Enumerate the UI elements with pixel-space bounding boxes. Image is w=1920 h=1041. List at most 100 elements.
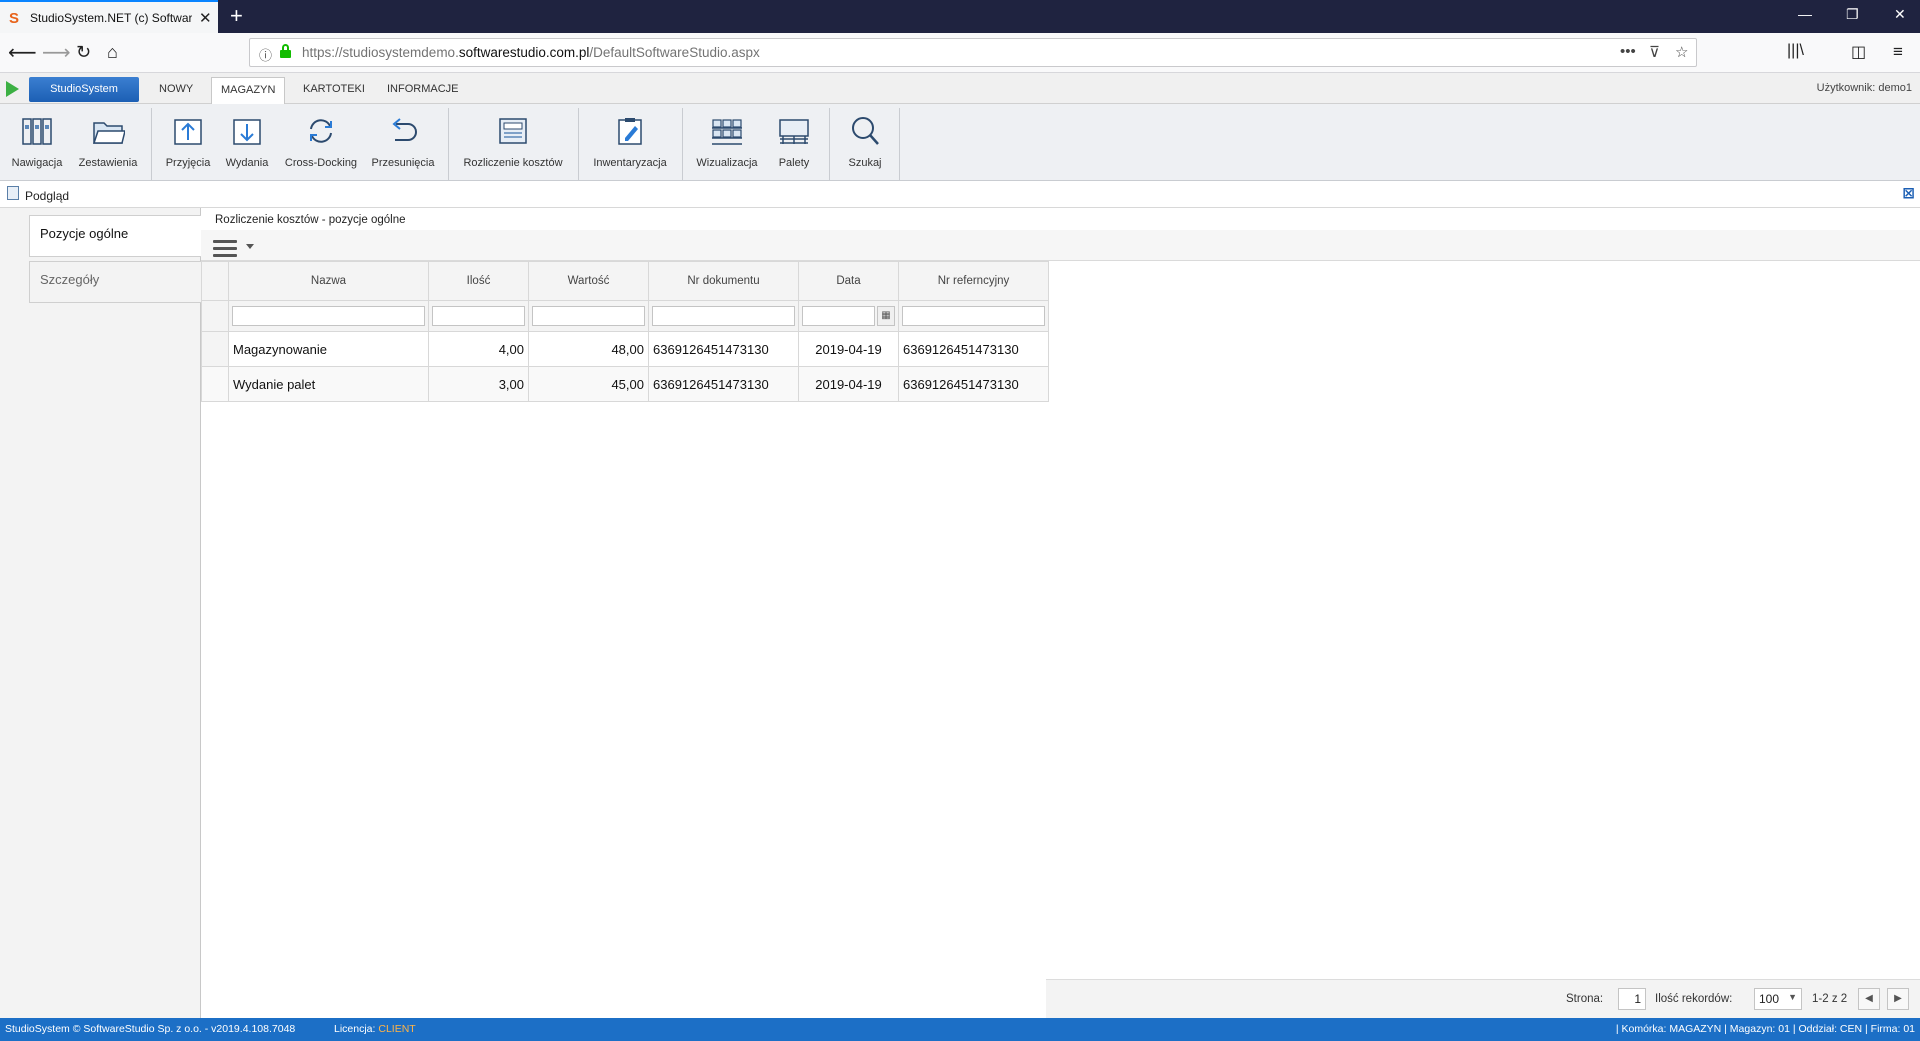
menu-tab-magazyn[interactable]: MAGAZYN: [211, 77, 286, 104]
ribbon-label: Palety: [778, 157, 810, 169]
ribbon-palety-button[interactable]: Palety: [766, 110, 822, 178]
records-range: 1-2 z 2: [1812, 993, 1848, 1005]
close-preview-icon[interactable]: ⊠: [1902, 184, 1915, 202]
search-icon: [852, 117, 879, 145]
clipboard-icon: [618, 118, 642, 145]
row-selector[interactable]: [201, 331, 229, 367]
data-grid: Nazwa Ilość Wartość Nr dokumentu Data Nr…: [201, 261, 1049, 402]
hamburger-menu-icon[interactable]: ≡: [1893, 42, 1903, 62]
calendar-icon[interactable]: ▦: [877, 306, 895, 326]
row-selector: [201, 300, 229, 332]
page-input[interactable]: 1: [1618, 988, 1646, 1010]
browser-tab-title: StudioSystem.NET (c) SoftwareStudio: [30, 11, 192, 25]
minimize-window-icon[interactable]: —: [1798, 6, 1812, 22]
ribbon-wydania-button[interactable]: Wydania: [218, 110, 276, 178]
close-tab-icon[interactable]: ✕: [199, 9, 212, 27]
row-selector[interactable]: [201, 366, 229, 402]
records-per-page-select[interactable]: 100 ▼: [1754, 988, 1802, 1010]
pocket-icon[interactable]: ⊽: [1649, 43, 1660, 61]
outbound-icon: [233, 119, 261, 145]
preview-label: Podgląd: [25, 189, 70, 203]
reload-icon[interactable]: ↻: [76, 42, 91, 63]
row-selector-header: [201, 261, 229, 301]
ribbon-nawigacja-button[interactable]: Nawigacja: [4, 110, 70, 178]
status-context: | Komórka: MAGAZYN | Magazyn: 01 | Oddzi…: [1615, 1023, 1915, 1035]
browser-navbar: ⟵ ⟶ ↻ ⌂ ⓘ https://studiosystemdemo.softw…: [0, 33, 1920, 73]
pager: Strona: 1 Ilość rekordów: 100 ▼ 1-2 z 2 ◀…: [1046, 979, 1920, 1018]
filter-ilosc-input[interactable]: [432, 306, 525, 326]
current-user: Użytkownik: demo1: [1816, 82, 1912, 94]
ribbon-rozliczenie-kosztow-button[interactable]: Rozliczenie kosztów: [456, 110, 570, 178]
restore-window-icon[interactable]: ❐: [1846, 6, 1859, 23]
column-header-data[interactable]: Data: [798, 261, 899, 301]
cell-ilosc: 4,00: [428, 331, 529, 367]
filter-data-input[interactable]: [802, 306, 875, 326]
records-per-page-value: 100: [1759, 992, 1780, 1006]
close-window-icon[interactable]: ✕: [1894, 6, 1906, 23]
ribbon-wizualizacja-button[interactable]: Wizualizacja: [690, 110, 764, 178]
bookmark-star-icon[interactable]: ☆: [1675, 43, 1688, 61]
ribbon-separator: [899, 108, 900, 180]
menu-tab-kartoteki[interactable]: KARTOTEKI: [294, 77, 374, 104]
back-icon[interactable]: ⟵: [8, 40, 37, 65]
ribbon-label: Przyjęcia: [165, 157, 211, 169]
status-license: Licencja: CLIENT: [334, 1023, 416, 1035]
license-value: CLIENT: [378, 1023, 416, 1035]
column-header-nazwa[interactable]: Nazwa: [228, 261, 429, 301]
library-icon[interactable]: |||\: [1787, 42, 1804, 60]
ribbon-cross-docking-button[interactable]: Cross-Docking: [280, 110, 362, 178]
filter-nr-dokumentu-input[interactable]: [652, 306, 795, 326]
column-header-ilosc[interactable]: Ilość: [428, 261, 529, 301]
menu-tab-informacje[interactable]: INFORMACJE: [378, 77, 468, 104]
page-actions-icon[interactable]: •••: [1620, 43, 1636, 60]
new-tab-icon[interactable]: +: [230, 3, 243, 29]
ribbon-szukaj-button[interactable]: Szukaj: [837, 110, 893, 178]
cell-wartosc: 48,00: [528, 331, 649, 367]
prev-page-icon[interactable]: ◀: [1858, 988, 1880, 1010]
table-row[interactable]: Wydanie palet 3,00 45,00 636912645147313…: [201, 366, 1049, 402]
home-icon[interactable]: ⌂: [107, 42, 118, 63]
forward-icon[interactable]: ⟶: [42, 40, 71, 65]
browser-tab[interactable]: S StudioSystem.NET (c) SoftwareStudio ✕: [0, 0, 218, 33]
studiosystem-button[interactable]: StudioSystem: [29, 77, 139, 102]
ribbon-separator: [829, 108, 830, 180]
ribbon-label: Cross-Docking: [284, 157, 358, 169]
play-icon[interactable]: [6, 81, 19, 97]
filter-nazwa-input[interactable]: [232, 306, 425, 326]
studiosystem-favicon-icon: S: [9, 10, 20, 27]
sidebar-icon[interactable]: ◫: [1851, 42, 1866, 62]
filter-wartosc-input[interactable]: [532, 306, 645, 326]
main-content: Rozliczenie kosztów - pozycje ogólne Naz…: [201, 208, 1920, 1018]
column-header-nr-dokumentu[interactable]: Nr dokumentu: [648, 261, 799, 301]
tab-pozycje-ogolne[interactable]: Pozycje ogólne: [29, 215, 201, 257]
column-header-wartosc[interactable]: Wartość: [528, 261, 649, 301]
cell-data: 2019-04-19: [798, 366, 899, 402]
inbound-icon: [174, 119, 202, 145]
menu-tab-nowy[interactable]: NOWY: [150, 77, 202, 104]
ribbon-inwentaryzacja-button[interactable]: Inwentaryzacja: [586, 110, 674, 178]
ribbon-label: Wizualizacja: [696, 157, 758, 169]
address-bar[interactable]: ⓘ https://studiosystemdemo.softwarestudi…: [249, 38, 1697, 67]
chevron-down-icon[interactable]: [246, 244, 254, 249]
filter-row: ▦: [201, 300, 1049, 332]
table-row[interactable]: Magazynowanie 4,00 48,00 636912645147313…: [201, 331, 1049, 367]
ribbon-label: Przesunięcia: [371, 157, 435, 169]
binders-icon: [22, 118, 52, 145]
ribbon-przesuniecia-button[interactable]: Przesunięcia: [366, 110, 440, 178]
preview-document-icon: [7, 186, 19, 200]
ribbon-zestawienia-button[interactable]: Zestawienia: [74, 110, 142, 178]
next-page-icon[interactable]: ▶: [1887, 988, 1909, 1010]
ribbon-przyjecia-button[interactable]: Przyjęcia: [160, 110, 216, 178]
url-text: https://studiosystemdemo.softwarestudio.…: [302, 45, 760, 60]
grid-menu-icon[interactable]: [213, 240, 237, 257]
cell-nazwa: Magazynowanie: [228, 331, 429, 367]
site-info-icon[interactable]: ⓘ: [259, 45, 272, 64]
invoice-icon: [499, 118, 527, 144]
ribbon-toolbar: Nawigacja Zestawienia Przyjęcia Wydania …: [0, 104, 1920, 181]
ribbon-label: Rozliczenie kosztów: [463, 157, 563, 169]
filter-nr-referencyjny-input[interactable]: [902, 306, 1045, 326]
ribbon-label: Szukaj: [848, 157, 882, 169]
tab-szczegoly[interactable]: Szczegóły: [29, 261, 201, 303]
column-header-nr-referencyjny[interactable]: Nr referncyjny: [898, 261, 1049, 301]
refresh-icon: [310, 119, 332, 143]
